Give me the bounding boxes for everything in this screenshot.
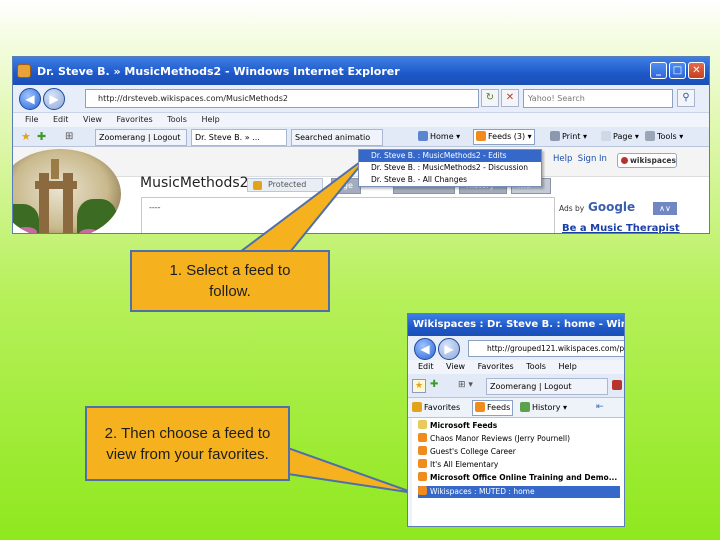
rss-icon <box>475 402 485 412</box>
w2-tab-zoomerang[interactable]: Zoomerang | Logout <box>486 378 608 395</box>
feed-option-edits[interactable]: Dr. Steve B. : MusicMethods2 - Edits <box>359 150 541 162</box>
history-icon <box>520 402 530 412</box>
w2-menu-view[interactable]: View <box>446 362 465 371</box>
feed-item[interactable]: Guest's College Career <box>418 446 620 458</box>
callout-step1: 1. Select a feed to follow. <box>130 250 330 312</box>
w2-wikispaces-tab-icon[interactable] <box>612 380 622 390</box>
w2-menu-favorites[interactable]: Favorites <box>478 362 514 371</box>
rss-icon <box>418 472 427 481</box>
feed-item[interactable]: Chaos Manor Reviews (Jerry Pournell) <box>418 433 620 445</box>
window2-tab-row: ★ ✚ ⊞ ▾ Zoomerang | Logout <box>408 374 624 398</box>
feed-item-microsoft-feeds[interactable]: Microsoft Feeds <box>418 420 620 432</box>
favorites-center-bar: Favorites Feeds History ▾ ⇤ <box>408 398 624 418</box>
feeds-center-button[interactable]: Feeds <box>472 400 514 416</box>
feeds-list: Microsoft Feeds Chaos Manor Reviews (Jer… <box>408 418 624 526</box>
pin-icon[interactable]: ⇤ <box>596 402 604 412</box>
w2-menu-edit[interactable]: Edit <box>418 362 434 371</box>
callout-step2: 2. Then choose a feed to view from your … <box>85 406 290 481</box>
rss-icon <box>418 446 427 455</box>
callout1-pointer <box>237 155 369 253</box>
feed-option-all-changes[interactable]: Dr. Steve B. - All Changes <box>359 174 541 186</box>
w2-add-favorite-icon[interactable]: ✚ <box>430 379 438 390</box>
rss-icon <box>418 459 427 468</box>
feed-item[interactable]: It's All Elementary <box>418 459 620 471</box>
w2-quick-tabs-icon[interactable]: ⊞ ▾ <box>458 380 473 390</box>
window2-address-row: ◀ ▶ http://grouped121.wikispaces.com/pag… <box>408 336 624 360</box>
feed-option-discussion[interactable]: Dr. Steve B. : MusicMethods2 - Discussio… <box>359 162 541 174</box>
feeds-dropdown: Dr. Steve B. : MusicMethods2 - Edits Dr.… <box>358 149 542 187</box>
ie-window-bottom: Wikispaces : Dr. Steve B. : home - Windo… <box>407 313 625 527</box>
feed-item-selected[interactable]: Wikispaces : MUTED : home <box>418 486 620 498</box>
feed-item[interactable]: Microsoft Office Online Training and Dem… <box>418 472 620 484</box>
folder-icon <box>418 420 427 429</box>
window2-menu-bar: Edit View Favorites Tools Help <box>408 360 624 374</box>
w2-favorites-star-icon[interactable]: ★ <box>412 379 426 393</box>
rss-icon <box>418 486 427 495</box>
history-button[interactable]: History ▾ <box>520 401 567 415</box>
favorites-button[interactable]: Favorites <box>412 401 460 415</box>
callout-step1-text: 1. Select a feed to follow. <box>169 262 291 300</box>
callout2-pointer <box>287 446 415 494</box>
window2-title: Wikispaces : Dr. Steve B. : home - Windo… <box>408 314 624 336</box>
callout-step2-text: 2. Then choose a feed to view from your … <box>104 424 271 463</box>
window2-forward-button[interactable]: ▶ <box>438 338 460 360</box>
window2-back-button[interactable]: ◀ <box>414 338 436 360</box>
window2-address-bar[interactable]: http://grouped121.wikispaces.com/page <box>468 340 624 357</box>
w2-menu-help[interactable]: Help <box>559 362 577 371</box>
star-icon <box>412 402 422 412</box>
w2-menu-tools[interactable]: Tools <box>526 362 546 371</box>
rss-icon <box>418 433 427 442</box>
